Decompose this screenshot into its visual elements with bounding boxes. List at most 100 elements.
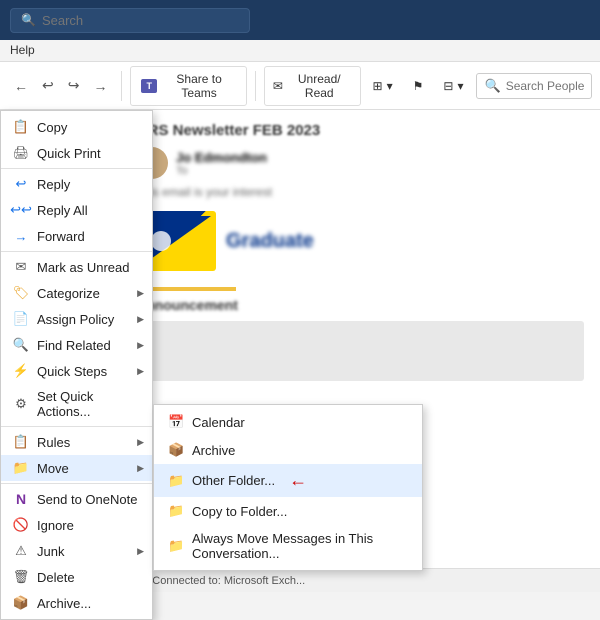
sender-name: Jo Edmondton (176, 150, 267, 165)
teams-label: Share to Teams (162, 72, 236, 100)
share-teams-button[interactable]: T Share to Teams (130, 66, 247, 106)
sender-info: Jo Edmondton To (176, 150, 267, 177)
reply-all-label: Reply All (37, 203, 88, 218)
menu-item-quick-steps[interactable]: ⚡ Quick Steps (1, 358, 152, 384)
search-input[interactable] (42, 13, 239, 28)
menu-item-archive[interactable]: 📦 Archive... (1, 590, 152, 616)
submenu-archive[interactable]: 📦 Archive (154, 436, 422, 464)
flag-button[interactable]: ⚑ (405, 75, 432, 97)
categorize-label: Categorize (37, 286, 100, 301)
reply-icon: ↩ (13, 176, 29, 192)
menu-item-set-quick[interactable]: ⚙ Set Quick Actions... (1, 384, 152, 424)
nav-forward-button[interactable]: → (87, 74, 113, 98)
search-people-box[interactable]: 🔍 (476, 73, 593, 99)
set-quick-label: Set Quick Actions... (37, 389, 140, 419)
menu-item-copy[interactable]: 📋 Copy (1, 114, 152, 140)
quick-steps-label: Quick Steps (37, 364, 107, 379)
nav-redo-button[interactable]: ↪ (62, 73, 86, 98)
menu-item-onenote[interactable]: N Send to OneNote (1, 486, 152, 512)
apps-dropdown-icon: ▾ (387, 79, 393, 93)
reply-label: Reply (37, 177, 70, 192)
menu-separator-3 (1, 426, 152, 427)
apps-icon: ⊞ (373, 79, 383, 93)
top-search-bar: 🔍 (0, 0, 600, 40)
submenu-calendar[interactable]: 📅 Calendar (154, 408, 422, 436)
grad-text: Graduate (226, 230, 314, 253)
delete-label: Delete (37, 570, 75, 585)
search-people-input[interactable] (506, 79, 596, 93)
mark-unread-label: Mark as Unread (37, 260, 129, 275)
submenu-other-folder[interactable]: 📁 Other Folder... ← (154, 464, 422, 497)
menu-item-ignore[interactable]: 🚫 Ignore (1, 512, 152, 538)
preview-body: This email is your interest (136, 185, 584, 199)
search-people-icon: 🔍 (485, 78, 501, 94)
archive-icon: 📦 (13, 595, 29, 611)
other-folder-icon: 📁 (168, 473, 184, 489)
announcement-section: Announcement (136, 287, 584, 381)
preview-image (136, 321, 584, 381)
unread-read-button[interactable]: ✉ Unread/ Read (264, 66, 361, 106)
forward-label: Forward (37, 229, 85, 244)
policy-icon: 📄 (13, 311, 29, 327)
menu-item-forward[interactable]: → Forward (1, 223, 152, 249)
menu-separator-2 (1, 251, 152, 252)
copy-icon: 📋 (13, 119, 29, 135)
copy-folder-label: Copy to Folder... (192, 504, 287, 519)
ribbon-divider-2 (255, 71, 256, 101)
steps-icon: ⚡ (13, 363, 29, 379)
ribbon: ← ↩ ↪ → T Share to Teams ✉ Unread/ Read … (0, 62, 600, 110)
submenu-always-move[interactable]: 📁 Always Move Messages in This Conversat… (154, 525, 422, 567)
menu-item-find-related[interactable]: 🔍 Find Related (1, 332, 152, 358)
junk-label: Junk (37, 544, 64, 559)
sender-to: To (176, 165, 267, 177)
archive-sub-icon: 📦 (168, 442, 184, 458)
menu-item-quick-print[interactable]: 🖨 Quick Print (1, 140, 152, 166)
mail-icon: ✉ (13, 259, 29, 275)
archive-sub-label: Archive (192, 443, 235, 458)
envelope-icon: ✉ (273, 79, 283, 93)
menu-item-junk[interactable]: ⚠ Junk (1, 538, 152, 564)
view-button[interactable]: ⊟ ▾ (435, 75, 471, 97)
menu-item-delete[interactable]: 🗑 Delete (1, 564, 152, 590)
copy-folder-icon: 📁 (168, 503, 184, 519)
help-label: Help (10, 43, 35, 57)
ribbon-divider-1 (121, 71, 122, 101)
menu-separator-1 (1, 168, 152, 169)
menu-item-categorize[interactable]: 🏷 Categorize (1, 280, 152, 306)
copy-label: Copy (37, 120, 67, 135)
nav-undo-button[interactable]: ↩ (36, 73, 60, 98)
main-search-box[interactable]: 🔍 (10, 8, 250, 33)
nav-back-button[interactable]: ← (8, 74, 34, 98)
menu-item-reply-all[interactable]: ↩↩ Reply All (1, 197, 152, 223)
move-submenu: 📅 Calendar 📦 Archive 📁 Other Folder... ←… (153, 404, 423, 571)
menu-item-assign-policy[interactable]: 📄 Assign Policy (1, 306, 152, 332)
archive-label: Archive... (37, 596, 91, 611)
ignore-label: Ignore (37, 518, 74, 533)
apps-button[interactable]: ⊞ ▾ (365, 75, 401, 97)
menu-separator-4 (1, 483, 152, 484)
submenu-copy-folder[interactable]: 📁 Copy to Folder... (154, 497, 422, 525)
find-related-label: Find Related (37, 338, 111, 353)
quick-icon: ⚙ (13, 396, 29, 412)
nav-buttons: ← ↩ ↪ → (8, 73, 113, 98)
menu-item-reply[interactable]: ↩ Reply (1, 171, 152, 197)
menu-item-rules[interactable]: 📋 Rules (1, 429, 152, 455)
onenote-label: Send to OneNote (37, 492, 137, 507)
read-label: Unread/ Read (287, 72, 352, 100)
main-content: By Date ▾ ↑ Wed 15/02 Tue 14/02 2/02/202… (0, 110, 600, 568)
context-menu: 📋 Copy 🖨 Quick Print ↩ Reply ↩↩ Reply Al… (0, 110, 153, 620)
move-label: Move (37, 461, 69, 476)
menu-item-move[interactable]: 📁 Move (1, 455, 152, 481)
preview-title: GRS Newsletter FEB 2023 (136, 122, 584, 139)
status-right: Connected to: Microsoft Exch... (152, 575, 305, 587)
assign-policy-label: Assign Policy (37, 312, 114, 327)
rules-icon: 📋 (13, 434, 29, 450)
search-icon: 🔍 (21, 13, 36, 27)
help-bar: Help (0, 40, 600, 62)
tag-icon: 🏷 (13, 285, 29, 301)
view-icon: ⊟ (443, 79, 453, 93)
calendar-icon: 📅 (168, 414, 184, 430)
menu-item-mark-unread[interactable]: ✉ Mark as Unread (1, 254, 152, 280)
other-folder-label: Other Folder... (192, 473, 275, 488)
announcement-title: Announcement (136, 297, 584, 313)
